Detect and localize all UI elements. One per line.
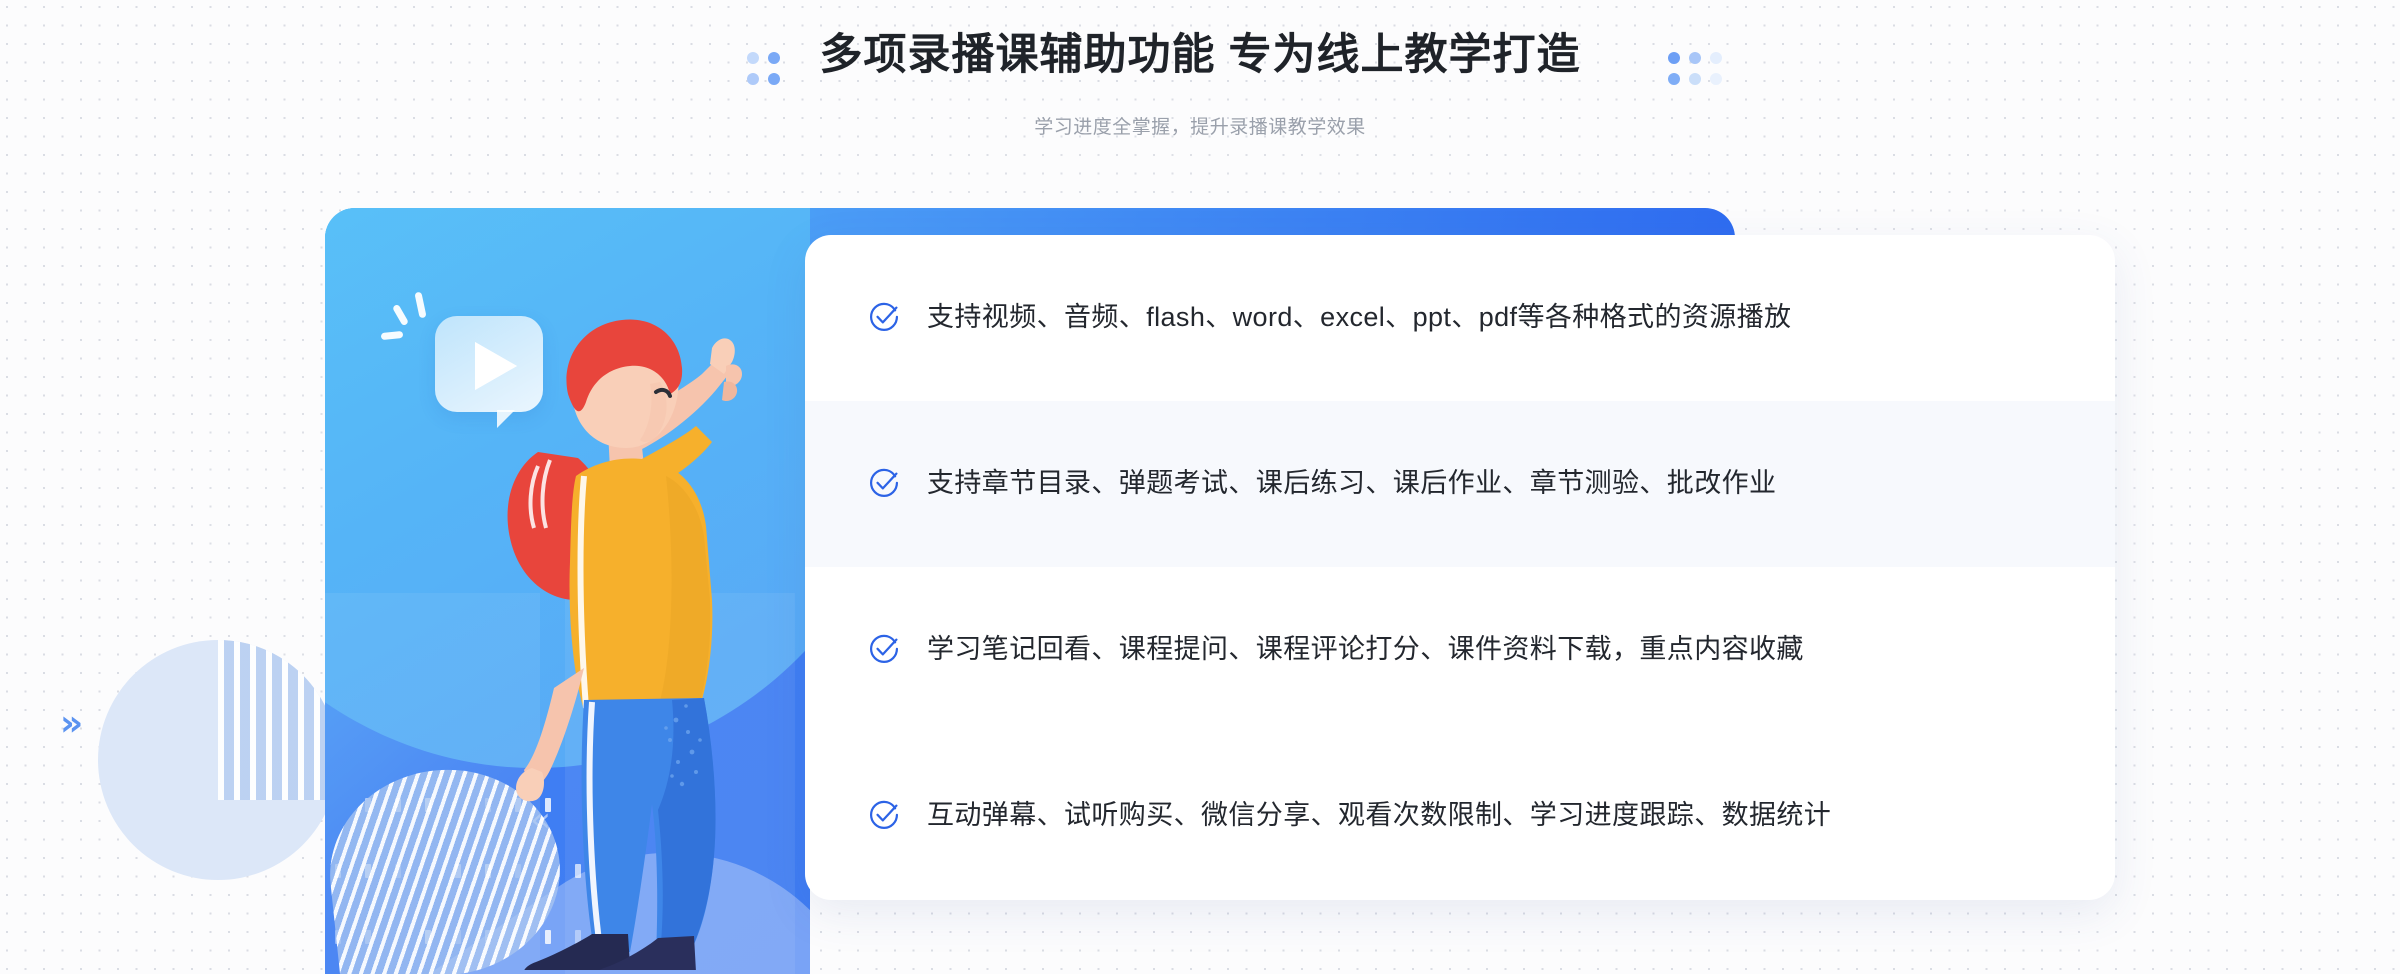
feature-list-card: 支持视频、音频、flash、word、excel、ppt、pdf等各种格式的资源… bbox=[805, 235, 2115, 900]
page-subtitle: 学习进度全掌握，提升录播课教学效果 bbox=[1034, 117, 1366, 138]
page-canvas: 多项录播课辅助功能 专为线上教学打造 学习进度全掌握，提升录播课教学效果 » « bbox=[0, 0, 2400, 974]
feature-row[interactable]: 学习笔记回看、课程提问、课程评论打分、课件资料下载，重点内容收藏 bbox=[805, 567, 2115, 733]
feature-text: 支持章节目录、弹题考试、课后练习、课后作业、章节测验、批改作业 bbox=[927, 468, 1777, 499]
header: 多项录播课辅助功能 专为线上教学打造 学习进度全掌握，提升录播课教学效果 bbox=[0, 0, 2400, 170]
check-circle-icon bbox=[869, 302, 899, 332]
woman-pointing-up-illustration bbox=[480, 270, 820, 974]
feature-text: 支持视频、音频、flash、word、excel、ppt、pdf等各种格式的资源… bbox=[927, 302, 1792, 333]
decorative-dots-right bbox=[1668, 52, 1722, 85]
check-circle-icon bbox=[869, 468, 899, 498]
feature-text: 互动弹幕、试听购买、微信分享、观看次数限制、学习进度跟踪、数据统计 bbox=[927, 800, 1832, 831]
feature-row[interactable]: 互动弹幕、试听购买、微信分享、观看次数限制、学习进度跟踪、数据统计 bbox=[805, 733, 2115, 899]
feature-row[interactable]: 支持视频、音频、flash、word、excel、ppt、pdf等各种格式的资源… bbox=[805, 235, 2115, 401]
decorative-dots-left bbox=[747, 52, 780, 85]
feature-row[interactable]: 支持章节目录、弹题考试、课后练习、课后作业、章节测验、批改作业 bbox=[805, 401, 2115, 567]
feature-text: 学习笔记回看、课程提问、课程评论打分、课件资料下载，重点内容收藏 bbox=[927, 634, 1804, 665]
check-circle-icon bbox=[869, 634, 899, 664]
page-title: 多项录播课辅助功能 专为线上教学打造 bbox=[819, 31, 1581, 79]
double-chevron-right-icon: » bbox=[60, 703, 84, 744]
check-circle-icon bbox=[869, 800, 899, 830]
decorative-circle-striped bbox=[98, 640, 338, 880]
